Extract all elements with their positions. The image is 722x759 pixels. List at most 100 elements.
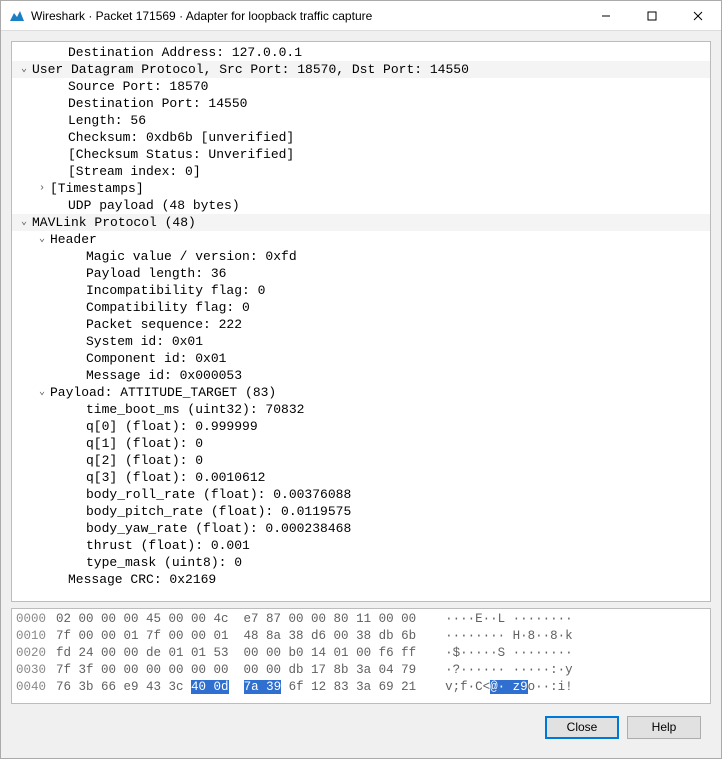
tree-row[interactable]: Checksum: 0xdb6b [unverified] [12, 129, 710, 146]
chevron-down-icon[interactable]: ⌄ [18, 61, 30, 78]
hex-offset: 0000 [16, 611, 46, 628]
tree-row-text: Destination Address: 127.0.0.1 [68, 44, 302, 61]
tree-row[interactable]: Message id: 0x000053 [12, 367, 710, 384]
hex-line[interactable]: 0010 7f 00 00 01 7f 00 00 01 48 8a 38 d6 … [16, 628, 706, 645]
chevron-down-icon[interactable]: ⌄ [36, 231, 48, 248]
tree-row[interactable]: q[1] (float): 0 [12, 435, 710, 452]
tree-row[interactable]: Destination Address: 127.0.0.1 [12, 44, 710, 61]
tree-row[interactable]: Source Port: 18570 [12, 78, 710, 95]
tree-row-text: Checksum: 0xdb6b [unverified] [68, 129, 294, 146]
hex-offset: 0030 [16, 662, 46, 679]
packet-bytes-pane[interactable]: 0000 02 00 00 00 45 00 00 4c e7 87 00 00 … [11, 608, 711, 704]
help-button[interactable]: Help [627, 716, 701, 739]
tree-row[interactable]: ⌄MAVLink Protocol (48) [12, 214, 710, 231]
tree-row[interactable]: Packet sequence: 222 [12, 316, 710, 333]
hex-selected: 40 0d [191, 680, 229, 694]
tree-row-text: q[0] (float): 0.999999 [86, 418, 258, 435]
hex-bytes: 7f 00 00 01 7f 00 00 01 48 8a 38 d6 00 3… [56, 628, 416, 645]
tree-row[interactable]: body_roll_rate (float): 0.00376088 [12, 486, 710, 503]
tree-row-text: q[1] (float): 0 [86, 435, 203, 452]
tree-row-text: Payload: ATTITUDE_TARGET (83) [50, 384, 276, 401]
tree-row-text: User Datagram Protocol, Src Port: 18570,… [32, 61, 469, 78]
tree-row-text: Component id: 0x01 [86, 350, 226, 367]
tree-row[interactable]: Compatibility flag: 0 [12, 299, 710, 316]
tree-row-text: Payload length: 36 [86, 265, 226, 282]
tree-row[interactable]: thrust (float): 0.001 [12, 537, 710, 554]
tree-row-text: Magic value / version: 0xfd [86, 248, 297, 265]
tree-row[interactable]: Length: 56 [12, 112, 710, 129]
hex-line[interactable]: 0020 fd 24 00 00 de 01 01 53 00 00 b0 14 … [16, 645, 706, 662]
tree-row-text: Header [50, 231, 97, 248]
tree-row-text: time_boot_ms (uint32): 70832 [86, 401, 304, 418]
tree-row[interactable]: q[3] (float): 0.0010612 [12, 469, 710, 486]
tree-row-text: q[2] (float): 0 [86, 452, 203, 469]
tree-row-text: Message id: 0x000053 [86, 367, 242, 384]
minimize-button[interactable] [583, 1, 629, 30]
hex-ascii: ·$·····S ········ [430, 645, 573, 662]
tree-row[interactable]: ›[Timestamps] [12, 180, 710, 197]
tree-row[interactable]: body_yaw_rate (float): 0.000238468 [12, 520, 710, 537]
hex-offset: 0010 [16, 628, 46, 645]
tree-row-text: Packet sequence: 222 [86, 316, 242, 333]
tree-row[interactable]: q[2] (float): 0 [12, 452, 710, 469]
tree-row-text: [Stream index: 0] [68, 163, 201, 180]
packet-details-tree[interactable]: Destination Address: 127.0.0.1⌄User Data… [11, 41, 711, 602]
tree-row[interactable]: ⌄User Datagram Protocol, Src Port: 18570… [12, 61, 710, 78]
tree-row-text: q[3] (float): 0.0010612 [86, 469, 265, 486]
hex-bytes: 7f 3f 00 00 00 00 00 00 00 00 db 17 8b 3… [56, 662, 416, 679]
tree-row[interactable]: Magic value / version: 0xfd [12, 248, 710, 265]
tree-row[interactable]: Incompatibility flag: 0 [12, 282, 710, 299]
tree-row[interactable]: Message CRC: 0x2169 [12, 571, 710, 588]
titlebar[interactable]: Wireshark · Packet 171569 · Adapter for … [1, 1, 721, 31]
tree-row-text: Length: 56 [68, 112, 146, 129]
tree-row-text: body_yaw_rate (float): 0.000238468 [86, 520, 351, 537]
tree-row[interactable]: System id: 0x01 [12, 333, 710, 350]
maximize-button[interactable] [629, 1, 675, 30]
hex-line[interactable]: 0030 7f 3f 00 00 00 00 00 00 00 00 db 17 … [16, 662, 706, 679]
hex-selected: 7a 39 [244, 680, 282, 694]
tree-row[interactable]: body_pitch_rate (float): 0.0119575 [12, 503, 710, 520]
hex-ascii: v;f·C<@· z9o··:i! [430, 679, 573, 696]
tree-row[interactable]: time_boot_ms (uint32): 70832 [12, 401, 710, 418]
tree-row[interactable]: q[0] (float): 0.999999 [12, 418, 710, 435]
hex-line[interactable]: 0040 76 3b 66 e9 43 3c 40 0d 7a 39 6f 12 … [16, 679, 706, 696]
chevron-down-icon[interactable]: ⌄ [36, 384, 48, 401]
tree-row-text: Incompatibility flag: 0 [86, 282, 265, 299]
hex-bytes: fd 24 00 00 de 01 01 53 00 00 b0 14 01 0… [56, 645, 416, 662]
tree-row[interactable]: Payload length: 36 [12, 265, 710, 282]
tree-row-text: [Checksum Status: Unverified] [68, 146, 294, 163]
tree-row-text: [Timestamps] [50, 180, 144, 197]
tree-row-text: type_mask (uint8): 0 [86, 554, 242, 571]
tree-row-text: body_roll_rate (float): 0.00376088 [86, 486, 351, 503]
close-window-button[interactable] [675, 1, 721, 30]
tree-row[interactable]: ⌄Header [12, 231, 710, 248]
tree-row-text: UDP payload (48 bytes) [68, 197, 240, 214]
tree-row[interactable]: UDP payload (48 bytes) [12, 197, 710, 214]
hex-bytes: 76 3b 66 e9 43 3c 40 0d 7a 39 6f 12 83 3… [56, 679, 416, 696]
chevron-right-icon[interactable]: › [36, 180, 48, 197]
tree-row[interactable]: [Stream index: 0] [12, 163, 710, 180]
hex-offset: 0040 [16, 679, 46, 696]
tree-row[interactable]: Destination Port: 14550 [12, 95, 710, 112]
hex-ascii: ········ H·8··8·k [430, 628, 573, 645]
tree-row-text: thrust (float): 0.001 [86, 537, 250, 554]
hex-bytes: 02 00 00 00 45 00 00 4c e7 87 00 00 80 1… [56, 611, 416, 628]
hex-line[interactable]: 0000 02 00 00 00 45 00 00 4c e7 87 00 00 … [16, 611, 706, 628]
tree-row[interactable]: type_mask (uint8): 0 [12, 554, 710, 571]
dialog-footer: Close Help [11, 710, 711, 750]
tree-row-text: Source Port: 18570 [68, 78, 208, 95]
tree-row[interactable]: ⌄Payload: ATTITUDE_TARGET (83) [12, 384, 710, 401]
tree-row-text: Message CRC: 0x2169 [68, 571, 216, 588]
window-title: Wireshark · Packet 171569 · Adapter for … [31, 9, 583, 23]
hex-ascii: ····E··L ········ [430, 611, 573, 628]
tree-row[interactable]: [Checksum Status: Unverified] [12, 146, 710, 163]
tree-row[interactable]: Component id: 0x01 [12, 350, 710, 367]
close-button[interactable]: Close [545, 716, 619, 739]
hex-ascii-selected: @· z9 [490, 680, 528, 694]
wireshark-icon [9, 8, 25, 24]
hex-offset: 0020 [16, 645, 46, 662]
tree-row-text: Destination Port: 14550 [68, 95, 247, 112]
chevron-down-icon[interactable]: ⌄ [18, 214, 30, 231]
tree-row-text: body_pitch_rate (float): 0.0119575 [86, 503, 351, 520]
tree-row-text: MAVLink Protocol (48) [32, 214, 196, 231]
